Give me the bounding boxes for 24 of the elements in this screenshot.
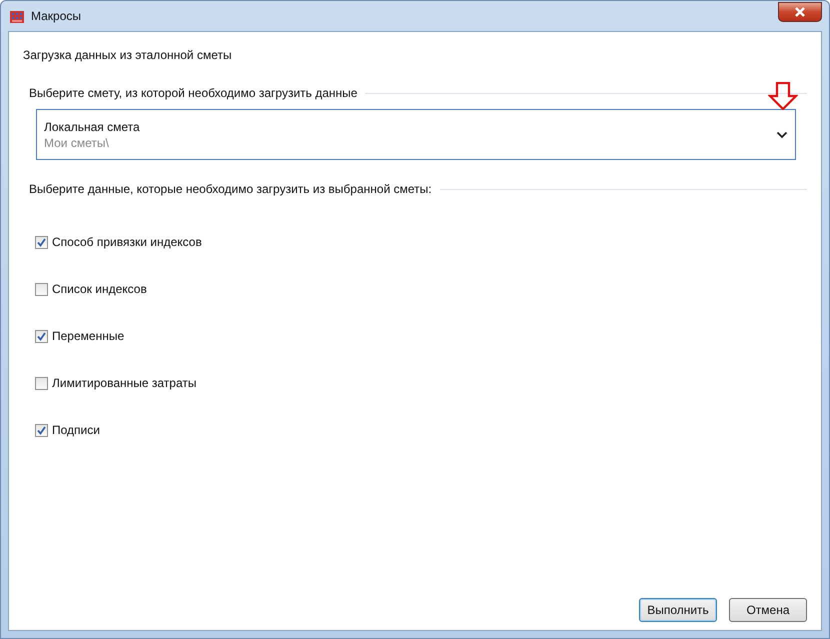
- window-title: Макросы: [31, 9, 82, 23]
- estimate-dropdown[interactable]: Локальная смета Мои сметы\: [36, 109, 796, 160]
- grid-icon: [9, 8, 25, 24]
- checkbox[interactable]: [35, 236, 48, 248]
- dropdown-value: Локальная смета: [44, 120, 141, 134]
- dialog-heading: Загрузка данных из эталонной сметы: [23, 48, 233, 62]
- checkbox-label: Список индексов: [52, 282, 147, 296]
- run-button[interactable]: Выполнить: [639, 598, 717, 622]
- checkbox-label: Переменные: [52, 329, 124, 343]
- checkbox[interactable]: [35, 330, 48, 342]
- group-label: Выберите данные, которые необходимо загрузить из выбранной сметы:: [29, 182, 432, 196]
- checkbox-label: Лимитированные затраты: [52, 376, 196, 390]
- checkbox[interactable]: [35, 376, 48, 390]
- dropdown-path: Мои сметы\: [44, 136, 110, 150]
- arrow-icon: [768, 82, 798, 110]
- checkbox[interactable]: [35, 424, 48, 436]
- chevron-icon: [776, 130, 788, 138]
- checkbox[interactable]: [35, 282, 48, 296]
- group-label: Выберите смету, из которой необходимо загрузить данные: [29, 86, 358, 100]
- close-icon: [794, 6, 806, 16]
- close-button[interactable]: [778, 2, 822, 22]
- checkbox-label: Способ привязки индексов: [52, 235, 202, 249]
- cancel-button[interactable]: Отмена: [729, 598, 807, 622]
- checkbox-label: Подписи: [52, 423, 100, 437]
